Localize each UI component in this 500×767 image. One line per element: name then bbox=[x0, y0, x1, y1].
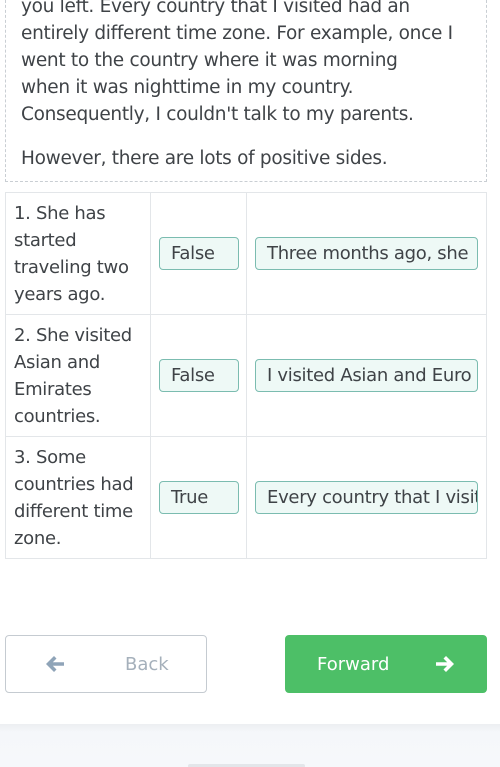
back-button[interactable]: Back bbox=[5, 635, 207, 693]
true-false-answer-chip[interactable]: False bbox=[159, 359, 239, 392]
statement-line: Emirates bbox=[14, 378, 92, 400]
passage-line: you left. Every country that I visited h… bbox=[21, 0, 410, 17]
statement-cell: 2. She visited Asian and Emirates countr… bbox=[5, 314, 151, 437]
true-false-answer-chip[interactable]: True bbox=[159, 481, 239, 514]
evidence-chip[interactable]: I visited Asian and Euro bbox=[255, 359, 478, 392]
statement-line: different time bbox=[14, 500, 133, 522]
statement-line: Asian and bbox=[14, 351, 101, 373]
evidence-cell: I visited Asian and Euro bbox=[246, 314, 487, 437]
statement-line: started bbox=[14, 229, 77, 251]
answer-cell: False bbox=[150, 314, 247, 437]
passage-line: Consequently, I couldn't talk to my pare… bbox=[21, 104, 414, 125]
evidence-cell: Three months ago, she bbox=[246, 192, 487, 315]
evidence-cell: Every country that I visit bbox=[246, 436, 487, 559]
statement-line: traveling two bbox=[14, 256, 129, 278]
footer-bar bbox=[0, 724, 500, 767]
statement-line: 3. Some bbox=[14, 446, 86, 468]
statement-line: zone. bbox=[14, 527, 62, 549]
answer-cell: False bbox=[150, 192, 247, 315]
reading-passage: you left. Every country that I visited h… bbox=[5, 0, 487, 182]
statement-cell: 3. Some countries had different time zon… bbox=[5, 436, 151, 559]
back-button-label: Back bbox=[125, 653, 169, 675]
answer-table: 1. She has started traveling two years a… bbox=[5, 192, 487, 559]
answer-cell: True bbox=[150, 436, 247, 559]
passage-line: when it was nighttime in my country. bbox=[21, 77, 354, 98]
passage-paragraph: However, there are lots of positive side… bbox=[21, 148, 388, 169]
statement-line: countries. bbox=[14, 405, 101, 427]
statement-line: 1. She has bbox=[14, 202, 106, 224]
table-row: 2. She visited Asian and Emirates countr… bbox=[5, 314, 487, 437]
statement-line: 2. She visited bbox=[14, 324, 132, 346]
true-false-answer-chip[interactable]: False bbox=[159, 237, 239, 270]
statement-line: countries had bbox=[14, 473, 134, 495]
forward-button[interactable]: Forward bbox=[285, 635, 487, 693]
statement-cell: 1. She has started traveling two years a… bbox=[5, 192, 151, 315]
passage-line: went to the country where it was morning bbox=[21, 50, 398, 71]
arrow-left-icon bbox=[46, 656, 64, 672]
table-row: 1. She has started traveling two years a… bbox=[5, 192, 487, 315]
statement-line: years ago. bbox=[14, 283, 106, 305]
forward-button-label: Forward bbox=[317, 653, 390, 675]
passage-paragraph: you left. Every country that I visited h… bbox=[21, 0, 453, 128]
arrow-right-icon bbox=[436, 656, 454, 672]
passage-line: entirely different time zone. For exampl… bbox=[21, 23, 453, 44]
evidence-chip[interactable]: Three months ago, she bbox=[255, 237, 478, 270]
table-row: 3. Some countries had different time zon… bbox=[5, 436, 487, 559]
evidence-chip[interactable]: Every country that I visit bbox=[255, 481, 478, 514]
